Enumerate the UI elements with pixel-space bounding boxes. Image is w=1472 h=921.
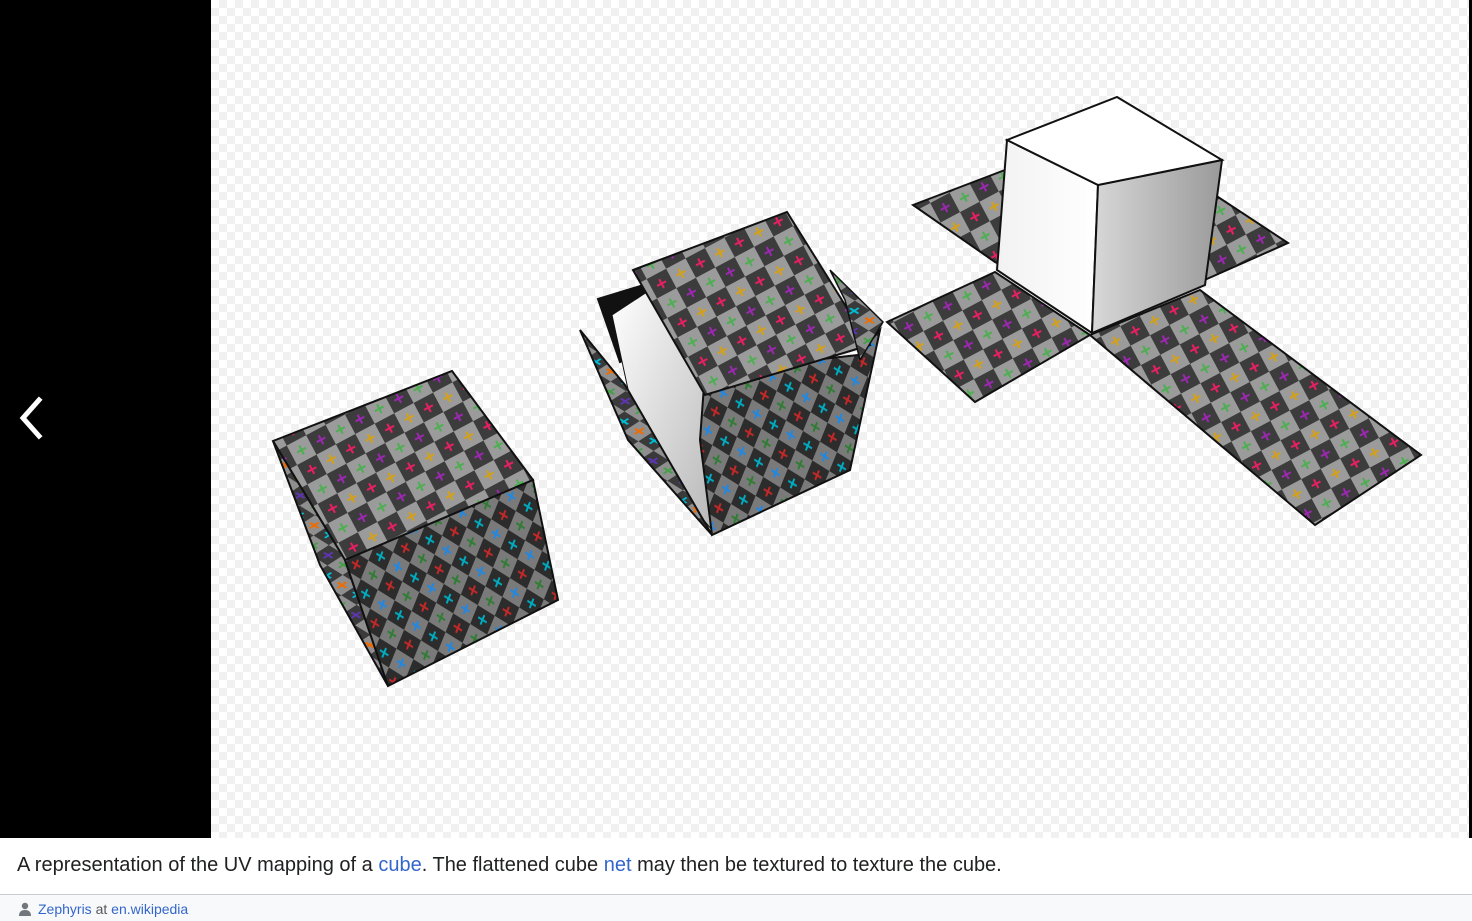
net-front-arm bbox=[1088, 288, 1423, 527]
caption-text-middle: . The flattened cube bbox=[421, 854, 604, 876]
textured-cube bbox=[271, 369, 560, 688]
media-viewer bbox=[0, 0, 1472, 838]
source-link[interactable]: en.wikipedia bbox=[111, 901, 188, 917]
cube-link[interactable]: cube bbox=[378, 854, 421, 876]
attribution-bar: Zephyris at en.wikipedia bbox=[0, 894, 1472, 921]
unfolding-cube bbox=[579, 210, 884, 537]
attribution-text: Zephyris at en.wikipedia bbox=[38, 901, 188, 917]
author-link[interactable]: Zephyris bbox=[38, 901, 92, 917]
attribution-separator: at bbox=[91, 901, 112, 917]
uv-mapping-illustration bbox=[271, 95, 1423, 688]
previous-image-button[interactable] bbox=[0, 368, 60, 468]
chevron-left-icon bbox=[19, 396, 43, 440]
user-icon bbox=[19, 902, 31, 916]
image-canvas bbox=[211, 0, 1469, 838]
caption-text-end: may then be textured to texture the cube… bbox=[631, 854, 1002, 876]
caption-text-start: A representation of the UV mapping of a bbox=[17, 854, 379, 876]
caption-bar: A representation of the UV mapping of a … bbox=[0, 838, 1472, 894]
net-link[interactable]: net bbox=[604, 854, 632, 876]
flattened-cube-net bbox=[885, 95, 1423, 527]
image-caption: A representation of the UV mapping of a … bbox=[17, 854, 1002, 877]
attribution: Zephyris at en.wikipedia bbox=[18, 901, 188, 917]
